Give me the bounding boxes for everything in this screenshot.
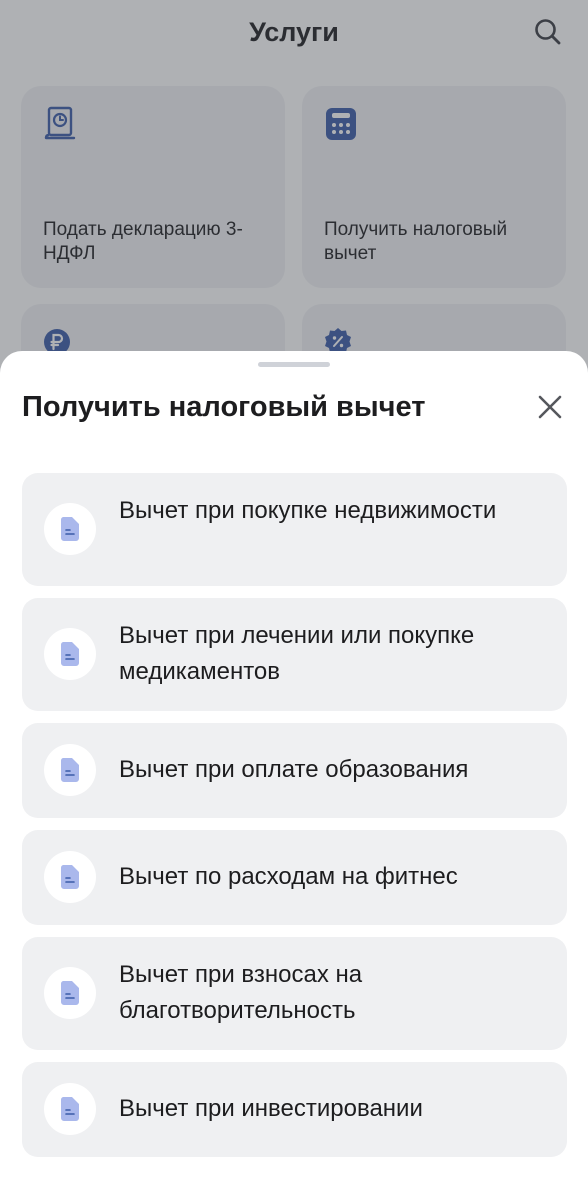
bottom-sheet: Получить налоговый вычет Вычет при покуп… bbox=[0, 351, 588, 1200]
document-icon bbox=[60, 517, 79, 541]
item-label: Вычет по расходам на фитнес bbox=[119, 863, 458, 890]
document-icon bbox=[60, 865, 79, 889]
deduction-item-charity[interactable]: Вычет при взносах на благотворительность bbox=[22, 937, 567, 1050]
screen: Услуги Подать декларацию 3-НДФЛ Получить… bbox=[0, 0, 588, 1200]
deduction-item-medical[interactable]: Вычет при лечении или покупке медикамент… bbox=[22, 598, 567, 711]
close-icon bbox=[538, 395, 562, 419]
item-label: Вычет при лечении или покупке медикамент… bbox=[119, 622, 475, 685]
item-icon-circle bbox=[44, 967, 96, 1019]
item-label: Вычет при взносах на благотворительность bbox=[119, 961, 363, 1024]
item-icon-circle bbox=[44, 628, 96, 680]
deduction-item-education[interactable]: Вычет при оплате образования bbox=[22, 723, 567, 818]
item-icon-circle bbox=[44, 744, 96, 796]
item-icon-circle bbox=[44, 1083, 96, 1135]
item-label: Вычет при оплате образования bbox=[119, 756, 469, 783]
deduction-item-real-estate[interactable]: Вычет при покупке недвижимости bbox=[22, 473, 567, 586]
item-icon-circle bbox=[44, 851, 96, 903]
deduction-item-investment[interactable]: Вычет при инвестировании bbox=[22, 1062, 567, 1157]
close-button[interactable] bbox=[536, 393, 564, 421]
document-icon bbox=[60, 981, 79, 1005]
document-icon bbox=[60, 642, 79, 666]
item-label: Вычет при покупке недвижимости bbox=[119, 497, 497, 524]
sheet-title: Получить налоговый вычет bbox=[22, 391, 426, 423]
item-icon-circle bbox=[44, 503, 96, 555]
item-label: Вычет при инвестировании bbox=[119, 1095, 423, 1122]
sheet-grabber-handle[interactable] bbox=[258, 362, 330, 367]
deduction-item-fitness[interactable]: Вычет по расходам на фитнес bbox=[22, 830, 567, 925]
document-icon bbox=[60, 1097, 79, 1121]
document-icon bbox=[60, 758, 79, 782]
